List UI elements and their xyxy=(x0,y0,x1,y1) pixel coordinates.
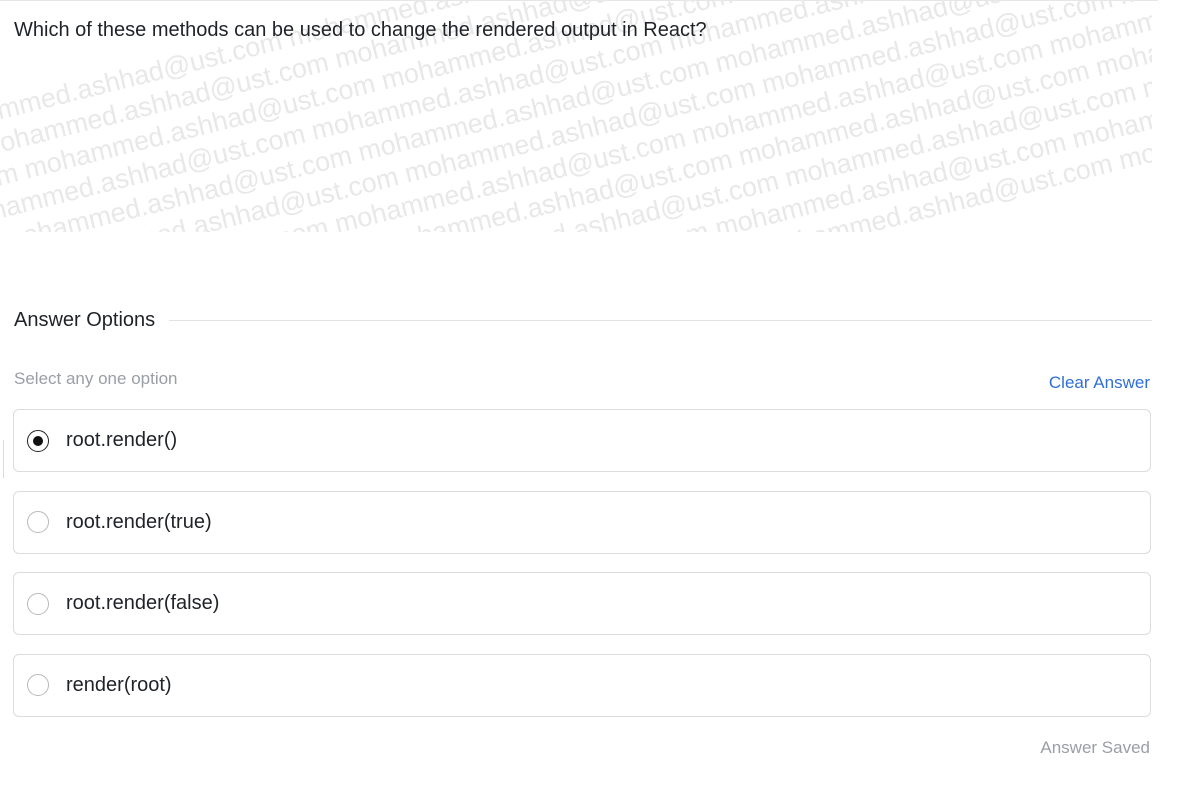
radio-button[interactable] xyxy=(27,674,49,696)
answer-options-list: root.render() root.render(true) root.ren… xyxy=(13,409,1151,735)
section-title: Answer Options xyxy=(14,308,156,331)
answer-option-4[interactable]: render(root) xyxy=(13,653,1151,717)
left-edge-marker xyxy=(0,440,4,478)
selection-hint: Select any one option xyxy=(14,369,178,388)
option-label: root.render(false) xyxy=(66,592,220,614)
answer-options-header: Answer Options xyxy=(14,306,1152,334)
option-label: root.render() xyxy=(66,429,178,451)
option-label: root.render(true) xyxy=(66,510,212,533)
save-status: Answer Saved xyxy=(1040,738,1150,757)
radio-button[interactable] xyxy=(27,511,49,533)
radio-button[interactable] xyxy=(27,592,49,615)
answer-option-3[interactable]: root.render(false) xyxy=(13,572,1151,635)
question-text: Which of these methods can be used to ch… xyxy=(14,19,707,41)
radio-button[interactable] xyxy=(27,429,49,452)
clear-answer-button[interactable]: Clear Answer xyxy=(1049,373,1150,393)
section-divider xyxy=(169,319,1152,321)
question-area: mohammed.ashhad@ust.com mohammed.ashhad@… xyxy=(0,0,1152,232)
question-page: mohammed.ashhad@ust.com mohammed.ashhad@… xyxy=(0,0,1182,796)
answer-option-1[interactable]: root.render() xyxy=(13,409,1151,472)
option-label: render(root) xyxy=(66,673,172,696)
answer-option-2[interactable]: root.render(true) xyxy=(13,490,1151,554)
